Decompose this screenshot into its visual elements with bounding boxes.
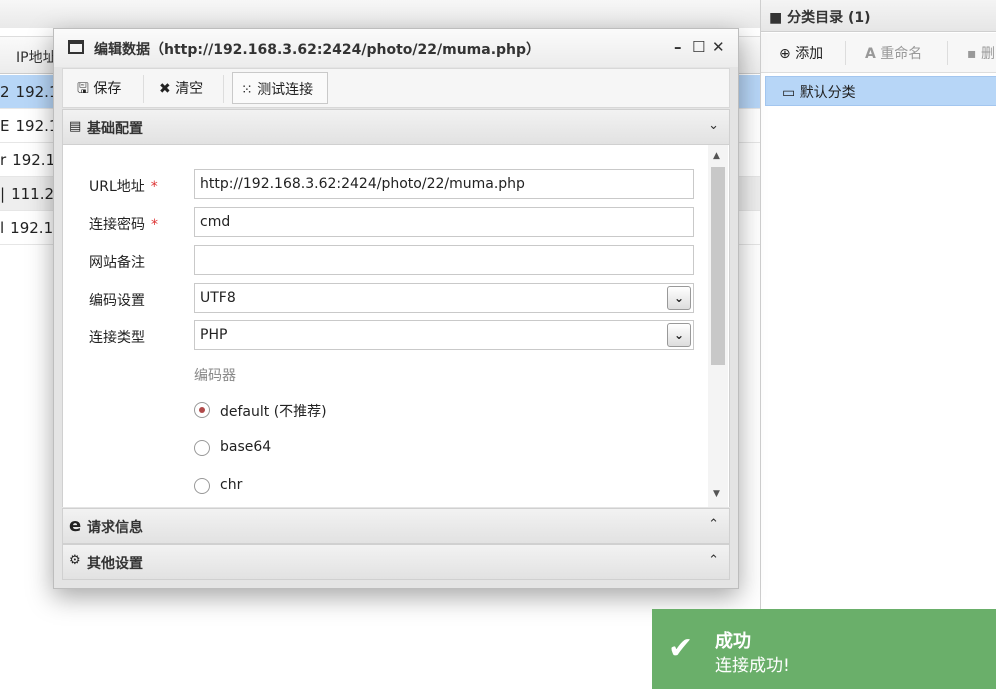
toolbar-divider [947,41,948,65]
rename-category-button[interactable]: A 重命名 [865,43,922,63]
close-icon[interactable]: ✕ [712,38,725,56]
table-cell-prefix: | [0,185,6,203]
clear-label: 清空 [175,81,204,97]
minimize-icon[interactable]: – [674,38,682,56]
encoder-radio-chr[interactable] [194,478,210,494]
chevron-up-icon: ⌃ [708,553,719,568]
toast-message: 连接成功! [715,656,790,676]
table-cell-prefix: 2 [0,83,10,101]
chevron-down-icon[interactable]: ⌄ [667,286,691,310]
grid-header-ip[interactable]: IP地址 [16,47,57,67]
password-input[interactable] [194,207,694,237]
font-icon: A [865,46,876,62]
category-panel-title: 分类目录 (1) [787,10,871,26]
table-cell-prefix: r [0,151,7,169]
password-label: 连接密码 * [89,217,158,233]
toolbar-divider [845,41,846,65]
save-button[interactable]: 🖫 保存 [77,78,121,102]
encoder-radio-default[interactable] [194,402,210,418]
section-other-header[interactable]: ⚙ 其他设置 ⌃ [62,544,730,580]
section-request-title: 请求信息 [87,520,143,536]
test-connection-button[interactable]: ⁙ 测试连接 [232,72,328,104]
section-basic-header[interactable]: ▤ 基础配置 ⌄ [62,109,730,145]
type-value: PHP [200,327,228,343]
category-toolbar: ⊕ 添加 A 重命名 ▪ 删 [761,33,996,73]
encoder-label-default[interactable]: default (不推荐) [220,401,327,421]
dialog-titlebar[interactable]: 编辑数据（http://192.168.3.62:2424/photo/22/m… [54,29,738,67]
note-input[interactable] [194,245,694,275]
category-item-label: 默认分类 [799,85,856,101]
folder-icon: ■ [769,10,783,26]
gears-icon: ⚙ [69,553,81,568]
test-connection-label: 测试连接 [257,82,314,98]
encoder-label-chr[interactable]: chr [220,477,242,493]
table-cell-prefix: E [0,117,10,135]
section-request-header[interactable]: e 请求信息 ⌃ [62,508,730,544]
chevron-down-icon: ⌄ [708,118,719,133]
toolbar-divider [223,75,224,103]
x-icon: ✖ [159,81,171,97]
note-label: 网站备注 [89,255,145,271]
section-basic-title: 基础配置 [87,121,143,137]
scroll-up-icon[interactable]: ▲ [713,151,720,161]
encoder-label-base64[interactable]: base64 [220,439,271,455]
rename-category-label: 重命名 [880,46,923,62]
url-input[interactable] [194,169,694,199]
category-panel: ■ 分类目录 (1) ⊕ 添加 A 重命名 ▪ 删 ▭ 默认分类 [760,0,996,689]
plus-circle-icon: ⊕ [779,46,791,62]
scroll-down-icon[interactable]: ▼ [713,489,720,499]
browser-e-icon: e [69,515,82,536]
grid-top-bar [0,0,760,28]
category-item-default[interactable]: ▭ 默认分类 [765,76,996,106]
folder-outline-icon: ▭ [782,85,796,101]
window-icon [68,40,84,54]
save-label: 保存 [93,81,122,97]
dialog-toolbar: 🖫 保存 ✖ 清空 ⁙ 测试连接 [62,68,730,108]
category-panel-header: ■ 分类目录 (1) [761,0,996,32]
maximize-icon[interactable]: ☐ [692,38,705,56]
add-category-button[interactable]: ⊕ 添加 [779,43,823,63]
section-other-title: 其他设置 [87,556,143,572]
success-toast[interactable]: ✔ 成功 连接成功! [652,609,996,689]
url-label: URL地址 * [89,179,158,195]
table-cell-prefix: l [0,219,5,237]
chevron-down-icon[interactable]: ⌄ [667,323,691,347]
encoding-value: UTF8 [200,290,236,306]
delete-category-button[interactable]: ▪ 删 [967,43,995,63]
edit-data-dialog: 编辑数据（http://192.168.3.62:2424/photo/22/m… [53,28,739,589]
type-label: 连接类型 [89,330,145,346]
form-scrollbar[interactable]: ▲ ▼ [708,145,728,507]
clear-button[interactable]: ✖ 清空 [159,78,203,98]
encoding-label: 编码设置 [89,293,145,309]
encoder-radio-base64[interactable] [194,440,210,456]
toolbar-divider [143,75,144,103]
toast-title: 成功 [715,631,751,652]
chevron-up-icon: ⌃ [708,517,719,532]
type-select[interactable]: PHP ⌄ [194,320,694,350]
basic-config-form: URL地址* 连接密码* 网站备注 编码设置 UTF8 ⌄ 连接类型 PHP ⌄… [62,145,730,507]
document-icon: ▤ [69,119,82,134]
delete-category-label: 删 [980,46,995,62]
add-category-label: 添加 [795,46,824,62]
encoding-select[interactable]: UTF8 ⌄ [194,283,694,313]
trash-icon: ▪ [967,46,977,62]
scrollbar-thumb[interactable] [711,167,725,365]
encoder-label: 编码器 [194,368,236,384]
spinner-icon: ⁙ [241,82,253,98]
floppy-icon: 🖫 [77,81,89,97]
checkmark-icon: ✔ [668,631,694,666]
dialog-title: 编辑数据（http://192.168.3.62:2424/photo/22/m… [94,42,541,58]
